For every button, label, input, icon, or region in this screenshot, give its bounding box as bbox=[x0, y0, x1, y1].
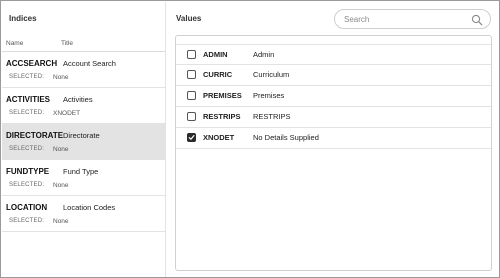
value-code: ADMIN bbox=[203, 50, 228, 59]
search-icon[interactable] bbox=[471, 14, 483, 26]
value-row-premises[interactable]: PREMISES Premises bbox=[176, 86, 491, 107]
selected-label: SELECTED: bbox=[9, 146, 45, 152]
index-name: DIRECTORATE bbox=[6, 131, 64, 140]
value-row-restrips[interactable]: RESTRIPS RESTRIPS bbox=[176, 107, 491, 128]
value-row-xnodet[interactable]: XNODET No Details Supplied bbox=[176, 128, 491, 149]
index-title: Fund Type bbox=[63, 167, 99, 176]
index-row-location[interactable]: LOCATION Location Codes SELECTED: None bbox=[2, 196, 166, 232]
selected-value: None bbox=[53, 218, 69, 225]
selected-value: None bbox=[53, 182, 69, 189]
index-name: ACTIVITIES bbox=[6, 95, 51, 104]
value-description: Curriculum bbox=[253, 70, 290, 79]
value-code: RESTRIPS bbox=[203, 112, 241, 121]
index-row-accsearch[interactable]: ACCSEARCH Account Search SELECTED: None bbox=[2, 52, 166, 88]
values-title: Values bbox=[176, 14, 202, 23]
index-title: Activities bbox=[63, 95, 93, 104]
column-header-name: Name bbox=[6, 40, 24, 47]
indices-panel: Indices Name Title ACCSEARCH Account Sea… bbox=[2, 2, 166, 277]
index-name: ACCSEARCH bbox=[6, 59, 58, 68]
selected-label: SELECTED: bbox=[9, 74, 45, 80]
value-code: CURRIC bbox=[203, 70, 233, 79]
checkmark-icon bbox=[188, 135, 195, 140]
value-checkbox[interactable] bbox=[187, 50, 196, 59]
value-checkbox[interactable] bbox=[187, 112, 196, 121]
values-panel: Values ADMIN Admin CURRIC Curriculum PRE… bbox=[167, 2, 499, 277]
index-row-activities[interactable]: ACTIVITIES Activities SELECTED: XNODET bbox=[2, 88, 166, 124]
value-code: XNODET bbox=[203, 133, 235, 142]
selected-value: None bbox=[53, 74, 69, 81]
selected-label: SELECTED: bbox=[9, 182, 45, 188]
index-title: Location Codes bbox=[63, 203, 116, 212]
index-row-directorate[interactable]: DIRECTORATE Directorate SELECTED: None bbox=[2, 124, 166, 160]
selected-value: None bbox=[53, 146, 69, 153]
search-box[interactable] bbox=[334, 9, 491, 29]
index-title: Directorate bbox=[63, 131, 100, 140]
value-code: PREMISES bbox=[203, 91, 242, 100]
selected-value: XNODET bbox=[53, 110, 81, 117]
index-name: LOCATION bbox=[6, 203, 48, 212]
value-row-curric[interactable]: CURRIC Curriculum bbox=[176, 65, 491, 86]
value-checkbox[interactable] bbox=[187, 70, 196, 79]
value-description: No Details Supplied bbox=[253, 133, 319, 142]
value-description: Premises bbox=[253, 91, 285, 100]
value-description: Admin bbox=[253, 50, 275, 59]
indices-list: ACCSEARCH Account Search SELECTED: None … bbox=[2, 52, 166, 232]
value-row-admin[interactable]: ADMIN Admin bbox=[176, 44, 491, 65]
search-input[interactable] bbox=[344, 13, 464, 26]
value-checkbox[interactable] bbox=[187, 91, 196, 100]
column-header-title: Title bbox=[61, 40, 74, 47]
value-description: RESTRIPS bbox=[253, 112, 291, 121]
app-window: Indices Name Title ACCSEARCH Account Sea… bbox=[0, 0, 500, 278]
index-row-fundtype[interactable]: FUNDTYPE Fund Type SELECTED: None bbox=[2, 160, 166, 196]
index-name: FUNDTYPE bbox=[6, 167, 50, 176]
values-list: ADMIN Admin CURRIC Curriculum PREMISES P… bbox=[175, 35, 492, 271]
value-checkbox-checked[interactable] bbox=[187, 133, 196, 142]
indices-title: Indices bbox=[9, 14, 37, 23]
selected-label: SELECTED: bbox=[9, 110, 45, 116]
selected-label: SELECTED: bbox=[9, 218, 45, 224]
index-title: Account Search bbox=[63, 59, 116, 68]
